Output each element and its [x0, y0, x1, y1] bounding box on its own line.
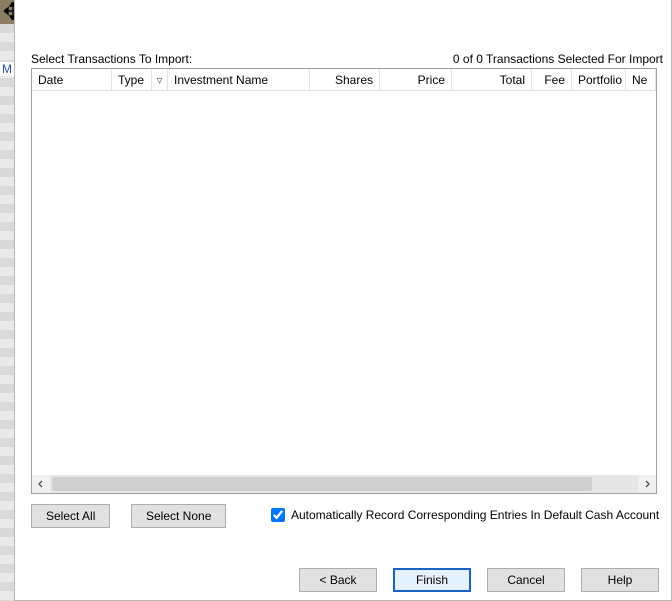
left-edge-letter: M — [0, 62, 14, 76]
wizard-button-row: < Back Finish Cancel Help — [15, 568, 663, 592]
column-header-date[interactable]: Date — [32, 69, 112, 91]
chevron-right-icon — [643, 480, 651, 488]
column-header-row: Date Type ▿ Investment Name Shares Price… — [32, 69, 656, 91]
finish-button[interactable]: Finish — [393, 568, 471, 592]
auto-record-checkbox[interactable] — [271, 508, 285, 522]
column-header-fee[interactable]: Fee — [532, 69, 572, 91]
horizontal-scrollbar[interactable] — [32, 475, 656, 493]
column-header-shares[interactable]: Shares — [310, 69, 380, 91]
sort-indicator-icon[interactable]: ▿ — [152, 69, 168, 91]
dialog-body: Select Transactions To Import: 0 of 0 Tr… — [14, 0, 672, 601]
cancel-button[interactable]: Cancel — [487, 568, 565, 592]
scroll-track[interactable] — [50, 475, 638, 493]
scroll-left-button[interactable] — [32, 475, 50, 493]
back-button[interactable]: < Back — [299, 568, 377, 592]
column-header-portfolio[interactable]: Portfolio — [572, 69, 626, 91]
background-stripe — [0, 24, 14, 601]
select-all-button[interactable]: Select All — [31, 504, 110, 528]
select-transactions-label: Select Transactions To Import: — [31, 52, 192, 66]
help-button[interactable]: Help — [581, 568, 659, 592]
transactions-table: Date Type ▿ Investment Name Shares Price… — [31, 68, 657, 494]
column-header-price[interactable]: Price — [380, 69, 452, 91]
auto-record-label: Automatically Record Corresponding Entri… — [291, 508, 659, 522]
scroll-right-button[interactable] — [638, 475, 656, 493]
column-header-ne[interactable]: Ne — [626, 69, 656, 91]
column-header-total[interactable]: Total — [452, 69, 532, 91]
table-body-empty — [32, 91, 656, 475]
column-header-type[interactable]: Type — [112, 69, 152, 91]
scroll-thumb[interactable] — [52, 477, 592, 491]
column-header-investment[interactable]: Investment Name — [168, 69, 310, 91]
chevron-left-icon — [37, 480, 45, 488]
selection-status: 0 of 0 Transactions Selected For Import — [453, 52, 663, 66]
select-none-button[interactable]: Select None — [131, 504, 226, 528]
auto-record-checkbox-row[interactable]: Automatically Record Corresponding Entri… — [271, 508, 659, 522]
